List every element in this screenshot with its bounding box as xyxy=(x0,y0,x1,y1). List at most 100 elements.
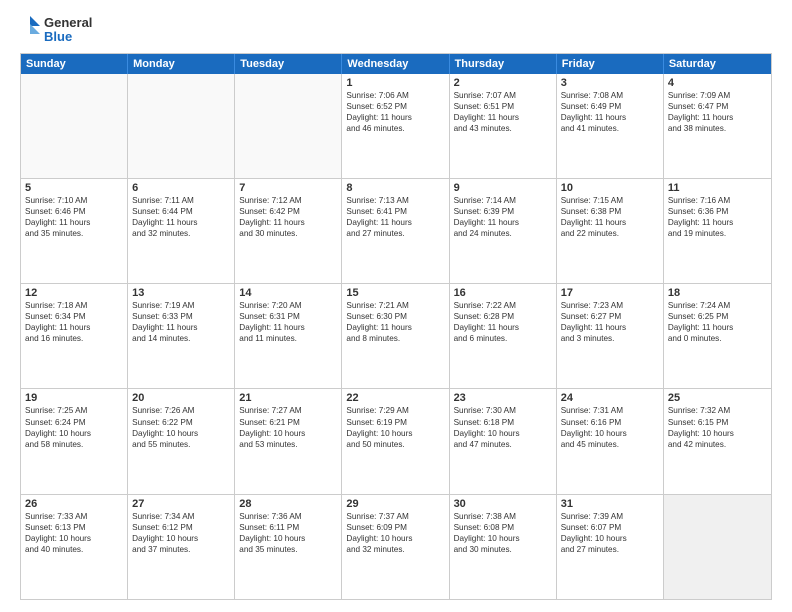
cell-info: Sunrise: 7:27 AM Sunset: 6:21 PM Dayligh… xyxy=(239,405,337,449)
cell-info: Sunrise: 7:16 AM Sunset: 6:36 PM Dayligh… xyxy=(668,195,767,239)
day-number: 7 xyxy=(239,182,337,194)
day-number: 20 xyxy=(132,392,230,404)
cal-cell-r0-c3: 1Sunrise: 7:06 AM Sunset: 6:52 PM Daylig… xyxy=(342,74,449,178)
calendar-row-4: 26Sunrise: 7:33 AM Sunset: 6:13 PM Dayli… xyxy=(21,495,771,599)
cal-cell-r0-c0 xyxy=(21,74,128,178)
day-number: 29 xyxy=(346,498,444,510)
cal-cell-r2-c5: 17Sunrise: 7:23 AM Sunset: 6:27 PM Dayli… xyxy=(557,284,664,388)
cal-cell-r1-c0: 5Sunrise: 7:10 AM Sunset: 6:46 PM Daylig… xyxy=(21,179,128,283)
day-header-thursday: Thursday xyxy=(450,54,557,74)
day-number: 12 xyxy=(25,287,123,299)
cal-cell-r4-c4: 30Sunrise: 7:38 AM Sunset: 6:08 PM Dayli… xyxy=(450,495,557,599)
logo-general: General xyxy=(44,16,92,30)
cell-info: Sunrise: 7:21 AM Sunset: 6:30 PM Dayligh… xyxy=(346,300,444,344)
page: General Blue SundayMondayTuesdayWednesda… xyxy=(0,0,792,612)
cal-cell-r1-c2: 7Sunrise: 7:12 AM Sunset: 6:42 PM Daylig… xyxy=(235,179,342,283)
cal-cell-r4-c1: 27Sunrise: 7:34 AM Sunset: 6:12 PM Dayli… xyxy=(128,495,235,599)
cell-info: Sunrise: 7:06 AM Sunset: 6:52 PM Dayligh… xyxy=(346,90,444,134)
cal-cell-r3-c0: 19Sunrise: 7:25 AM Sunset: 6:24 PM Dayli… xyxy=(21,389,128,493)
cell-info: Sunrise: 7:34 AM Sunset: 6:12 PM Dayligh… xyxy=(132,511,230,555)
day-number: 4 xyxy=(668,77,767,89)
day-number: 16 xyxy=(454,287,552,299)
day-number: 23 xyxy=(454,392,552,404)
cell-info: Sunrise: 7:14 AM Sunset: 6:39 PM Dayligh… xyxy=(454,195,552,239)
cal-cell-r0-c4: 2Sunrise: 7:07 AM Sunset: 6:51 PM Daylig… xyxy=(450,74,557,178)
cal-cell-r3-c6: 25Sunrise: 7:32 AM Sunset: 6:15 PM Dayli… xyxy=(664,389,771,493)
cell-info: Sunrise: 7:20 AM Sunset: 6:31 PM Dayligh… xyxy=(239,300,337,344)
cal-cell-r3-c1: 20Sunrise: 7:26 AM Sunset: 6:22 PM Dayli… xyxy=(128,389,235,493)
cell-info: Sunrise: 7:11 AM Sunset: 6:44 PM Dayligh… xyxy=(132,195,230,239)
cell-info: Sunrise: 7:18 AM Sunset: 6:34 PM Dayligh… xyxy=(25,300,123,344)
cal-cell-r3-c2: 21Sunrise: 7:27 AM Sunset: 6:21 PM Dayli… xyxy=(235,389,342,493)
day-number: 31 xyxy=(561,498,659,510)
cell-info: Sunrise: 7:08 AM Sunset: 6:49 PM Dayligh… xyxy=(561,90,659,134)
cell-info: Sunrise: 7:19 AM Sunset: 6:33 PM Dayligh… xyxy=(132,300,230,344)
cal-cell-r3-c3: 22Sunrise: 7:29 AM Sunset: 6:19 PM Dayli… xyxy=(342,389,449,493)
cell-info: Sunrise: 7:32 AM Sunset: 6:15 PM Dayligh… xyxy=(668,405,767,449)
cell-info: Sunrise: 7:33 AM Sunset: 6:13 PM Dayligh… xyxy=(25,511,123,555)
calendar-body: 1Sunrise: 7:06 AM Sunset: 6:52 PM Daylig… xyxy=(21,74,771,599)
day-number: 22 xyxy=(346,392,444,404)
day-number: 5 xyxy=(25,182,123,194)
day-number: 28 xyxy=(239,498,337,510)
cal-cell-r4-c3: 29Sunrise: 7:37 AM Sunset: 6:09 PM Dayli… xyxy=(342,495,449,599)
day-number: 24 xyxy=(561,392,659,404)
day-number: 8 xyxy=(346,182,444,194)
day-number: 11 xyxy=(668,182,767,194)
day-number: 3 xyxy=(561,77,659,89)
cal-cell-r3-c4: 23Sunrise: 7:30 AM Sunset: 6:18 PM Dayli… xyxy=(450,389,557,493)
calendar: SundayMondayTuesdayWednesdayThursdayFrid… xyxy=(20,53,772,600)
cell-info: Sunrise: 7:38 AM Sunset: 6:08 PM Dayligh… xyxy=(454,511,552,555)
cal-cell-r4-c2: 28Sunrise: 7:36 AM Sunset: 6:11 PM Dayli… xyxy=(235,495,342,599)
cal-cell-r3-c5: 24Sunrise: 7:31 AM Sunset: 6:16 PM Dayli… xyxy=(557,389,664,493)
cell-info: Sunrise: 7:23 AM Sunset: 6:27 PM Dayligh… xyxy=(561,300,659,344)
calendar-row-3: 19Sunrise: 7:25 AM Sunset: 6:24 PM Dayli… xyxy=(21,389,771,494)
cell-info: Sunrise: 7:12 AM Sunset: 6:42 PM Dayligh… xyxy=(239,195,337,239)
cell-info: Sunrise: 7:24 AM Sunset: 6:25 PM Dayligh… xyxy=(668,300,767,344)
calendar-row-1: 5Sunrise: 7:10 AM Sunset: 6:46 PM Daylig… xyxy=(21,179,771,284)
cal-cell-r0-c1 xyxy=(128,74,235,178)
calendar-row-0: 1Sunrise: 7:06 AM Sunset: 6:52 PM Daylig… xyxy=(21,74,771,179)
logo-text: General Blue xyxy=(44,16,92,45)
cell-info: Sunrise: 7:39 AM Sunset: 6:07 PM Dayligh… xyxy=(561,511,659,555)
cell-info: Sunrise: 7:09 AM Sunset: 6:47 PM Dayligh… xyxy=(668,90,767,134)
day-number: 27 xyxy=(132,498,230,510)
day-number: 19 xyxy=(25,392,123,404)
day-header-sunday: Sunday xyxy=(21,54,128,74)
day-number: 18 xyxy=(668,287,767,299)
cal-cell-r0-c5: 3Sunrise: 7:08 AM Sunset: 6:49 PM Daylig… xyxy=(557,74,664,178)
cal-cell-r0-c6: 4Sunrise: 7:09 AM Sunset: 6:47 PM Daylig… xyxy=(664,74,771,178)
cal-cell-r2-c4: 16Sunrise: 7:22 AM Sunset: 6:28 PM Dayli… xyxy=(450,284,557,388)
day-number: 15 xyxy=(346,287,444,299)
cell-info: Sunrise: 7:07 AM Sunset: 6:51 PM Dayligh… xyxy=(454,90,552,134)
cal-cell-r2-c0: 12Sunrise: 7:18 AM Sunset: 6:34 PM Dayli… xyxy=(21,284,128,388)
cal-cell-r1-c3: 8Sunrise: 7:13 AM Sunset: 6:41 PM Daylig… xyxy=(342,179,449,283)
logo: General Blue xyxy=(20,16,92,45)
cal-cell-r4-c6 xyxy=(664,495,771,599)
cal-cell-r0-c2 xyxy=(235,74,342,178)
cal-cell-r2-c1: 13Sunrise: 7:19 AM Sunset: 6:33 PM Dayli… xyxy=(128,284,235,388)
day-number: 13 xyxy=(132,287,230,299)
day-number: 25 xyxy=(668,392,767,404)
day-header-saturday: Saturday xyxy=(664,54,771,74)
cal-cell-r2-c2: 14Sunrise: 7:20 AM Sunset: 6:31 PM Dayli… xyxy=(235,284,342,388)
day-number: 26 xyxy=(25,498,123,510)
day-number: 21 xyxy=(239,392,337,404)
cell-info: Sunrise: 7:36 AM Sunset: 6:11 PM Dayligh… xyxy=(239,511,337,555)
day-header-friday: Friday xyxy=(557,54,664,74)
day-number: 30 xyxy=(454,498,552,510)
cell-info: Sunrise: 7:15 AM Sunset: 6:38 PM Dayligh… xyxy=(561,195,659,239)
day-number: 1 xyxy=(346,77,444,89)
cal-cell-r1-c6: 11Sunrise: 7:16 AM Sunset: 6:36 PM Dayli… xyxy=(664,179,771,283)
cal-cell-r4-c0: 26Sunrise: 7:33 AM Sunset: 6:13 PM Dayli… xyxy=(21,495,128,599)
logo-bird-icon xyxy=(20,16,40,44)
cell-info: Sunrise: 7:25 AM Sunset: 6:24 PM Dayligh… xyxy=(25,405,123,449)
cell-info: Sunrise: 7:13 AM Sunset: 6:41 PM Dayligh… xyxy=(346,195,444,239)
cell-info: Sunrise: 7:10 AM Sunset: 6:46 PM Dayligh… xyxy=(25,195,123,239)
cell-info: Sunrise: 7:37 AM Sunset: 6:09 PM Dayligh… xyxy=(346,511,444,555)
day-number: 6 xyxy=(132,182,230,194)
day-number: 2 xyxy=(454,77,552,89)
cell-info: Sunrise: 7:30 AM Sunset: 6:18 PM Dayligh… xyxy=(454,405,552,449)
day-header-tuesday: Tuesday xyxy=(235,54,342,74)
cal-cell-r1-c5: 10Sunrise: 7:15 AM Sunset: 6:38 PM Dayli… xyxy=(557,179,664,283)
